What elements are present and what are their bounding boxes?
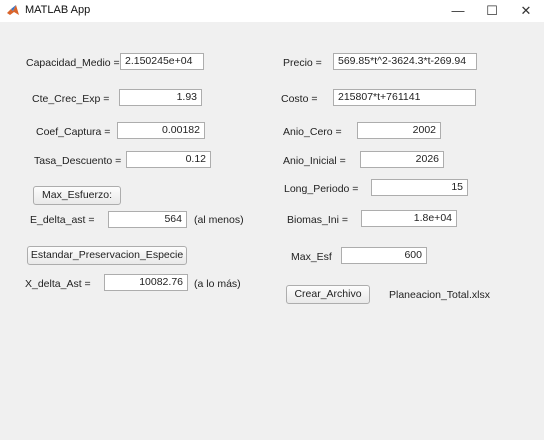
anio-inicial-label: Anio_Inicial = bbox=[283, 155, 346, 167]
maximize-button[interactable]: ☐ bbox=[475, 0, 509, 22]
estandar-preservacion-especie-button[interactable]: Estandar_Preservacion_Especie bbox=[27, 246, 187, 265]
e-delta-ast-label: E_delta_ast = bbox=[30, 214, 95, 226]
max-esfuerzo-button[interactable]: Max_Esfuerzo: bbox=[33, 186, 121, 205]
anio-cero-label: Anio_Cero = bbox=[283, 126, 342, 138]
crear-archivo-button[interactable]: Crear_Archivo bbox=[286, 285, 370, 304]
anio-inicial-field[interactable]: 2026 bbox=[360, 151, 444, 168]
long-periodo-label: Long_Periodo = bbox=[284, 183, 359, 195]
output-filename-label: Planeacion_Total.xlsx bbox=[389, 289, 490, 301]
coef-captura-label: Coef_Captura = bbox=[36, 126, 111, 138]
biomas-ini-label: Biomas_Ini = bbox=[287, 214, 348, 226]
long-periodo-field[interactable]: 15 bbox=[371, 179, 468, 196]
e-delta-ast-field[interactable]: 564 bbox=[108, 211, 187, 228]
x-delta-ast-field[interactable]: 10082.76 bbox=[104, 274, 188, 291]
costo-field[interactable]: 215807*t+761141 bbox=[333, 89, 476, 106]
precio-field[interactable]: 569.85*t^2-3624.3*t-269.94 bbox=[333, 53, 477, 70]
x-delta-ast-suffix: (a lo más) bbox=[194, 278, 241, 290]
capacidad-medio-field[interactable]: 2.150245e+04 bbox=[120, 53, 204, 70]
max-esf-label: Max_Esf bbox=[291, 251, 332, 263]
window-title: MATLAB App bbox=[25, 4, 91, 16]
x-delta-ast-label: X_delta_Ast = bbox=[25, 278, 91, 290]
costo-label: Costo = bbox=[281, 93, 318, 105]
title-bar: MATLAB App — ☐ ✕ bbox=[0, 0, 544, 22]
capacidad-medio-label: Capacidad_Medio = bbox=[26, 57, 120, 69]
close-button[interactable]: ✕ bbox=[509, 0, 543, 22]
matlab-logo-icon bbox=[7, 5, 19, 15]
cte-crec-exp-label: Cte_Crec_Exp = bbox=[32, 93, 110, 105]
max-esf-field[interactable]: 600 bbox=[341, 247, 427, 264]
tasa-descuento-field[interactable]: 0.12 bbox=[126, 151, 211, 168]
anio-cero-field[interactable]: 2002 bbox=[357, 122, 441, 139]
tasa-descuento-label: Tasa_Descuento = bbox=[34, 155, 122, 167]
biomas-ini-field[interactable]: 1.8e+04 bbox=[361, 210, 457, 227]
cte-crec-exp-field[interactable]: 1.93 bbox=[119, 89, 202, 106]
minimize-button[interactable]: — bbox=[441, 0, 475, 22]
e-delta-ast-suffix: (al menos) bbox=[194, 214, 244, 226]
coef-captura-field[interactable]: 0.00182 bbox=[117, 122, 205, 139]
precio-label: Precio = bbox=[283, 57, 322, 69]
